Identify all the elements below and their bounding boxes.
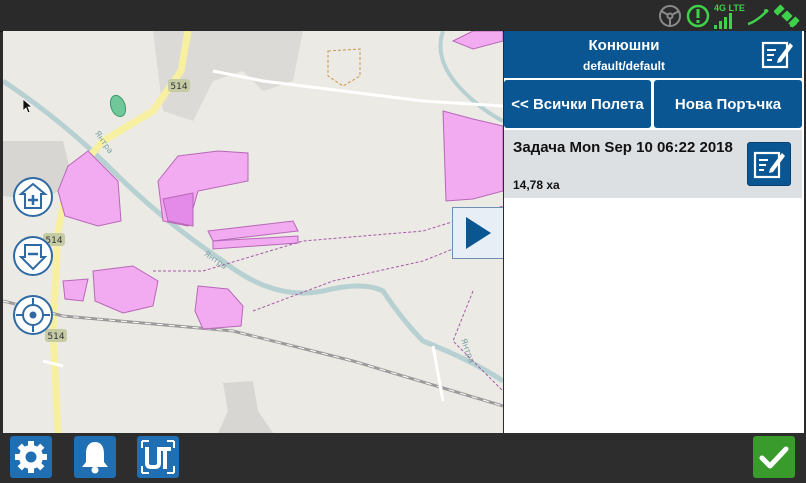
task-area: 14,78 ха xyxy=(513,178,560,192)
bottom-toolbar xyxy=(0,433,806,483)
task-list-item[interactable]: Задача Mon Sep 10 06:22 2018 14,78 ха xyxy=(504,130,802,198)
panel-header: Конюшни default/default xyxy=(504,31,802,78)
ut-icon xyxy=(141,440,175,474)
panel-button-row: << Всички Полета Нова Поръчка xyxy=(504,80,802,128)
edit-header-button[interactable] xyxy=(756,34,798,74)
universal-terminal-button[interactable] xyxy=(137,436,179,478)
settings-button[interactable] xyxy=(10,436,52,478)
network-label: 4G LTE xyxy=(714,3,745,13)
side-panel: Конюшни default/default << Всички Полета… xyxy=(504,31,804,433)
zoom-out-button[interactable] xyxy=(12,235,54,277)
zoom-in-icon xyxy=(13,177,53,217)
confirm-button[interactable] xyxy=(753,436,795,478)
bell-icon xyxy=(82,442,108,474)
steering-wheel-icon xyxy=(659,5,681,27)
road-shield: 514 xyxy=(168,79,190,92)
expand-panel-button[interactable] xyxy=(452,207,503,259)
panel-subtitle: default/default xyxy=(582,59,665,73)
status-icons: 4G LTE xyxy=(658,3,800,29)
play-icon xyxy=(466,217,491,249)
network-indicator: 4G LTE xyxy=(714,3,745,29)
new-order-button[interactable]: Нова Поръчка xyxy=(654,80,802,128)
edit-icon xyxy=(753,151,785,179)
zoom-in-button[interactable] xyxy=(12,176,54,218)
gps-warning-icon xyxy=(686,4,710,28)
map-view[interactable]: 514 514 514 Янтра Янтра Янтра xyxy=(3,31,503,433)
notifications-button[interactable] xyxy=(74,436,116,478)
edit-task-button[interactable] xyxy=(747,142,791,186)
panel-title: Конюшни xyxy=(588,37,660,54)
map-canvas[interactable]: 514 514 514 Янтра Янтра Янтра xyxy=(3,31,503,433)
task-title: Задача Mon Sep 10 06:22 2018 xyxy=(513,139,733,156)
locate-button[interactable] xyxy=(12,294,54,336)
locate-icon xyxy=(13,295,53,335)
gps-line-icon xyxy=(747,9,769,26)
zoom-out-icon xyxy=(13,236,53,276)
status-bar: 4G LTE xyxy=(0,0,806,32)
settings-icon xyxy=(15,441,47,473)
all-fields-button[interactable]: << Всички Полета xyxy=(504,80,651,128)
signal-icon xyxy=(714,13,732,29)
checkmark-icon xyxy=(759,446,789,469)
satellite-icon xyxy=(774,4,800,28)
road-number-label: 514 xyxy=(170,82,187,92)
mouse-cursor-icon xyxy=(23,99,34,114)
field-6[interactable] xyxy=(442,110,503,202)
edit-icon xyxy=(761,41,793,69)
